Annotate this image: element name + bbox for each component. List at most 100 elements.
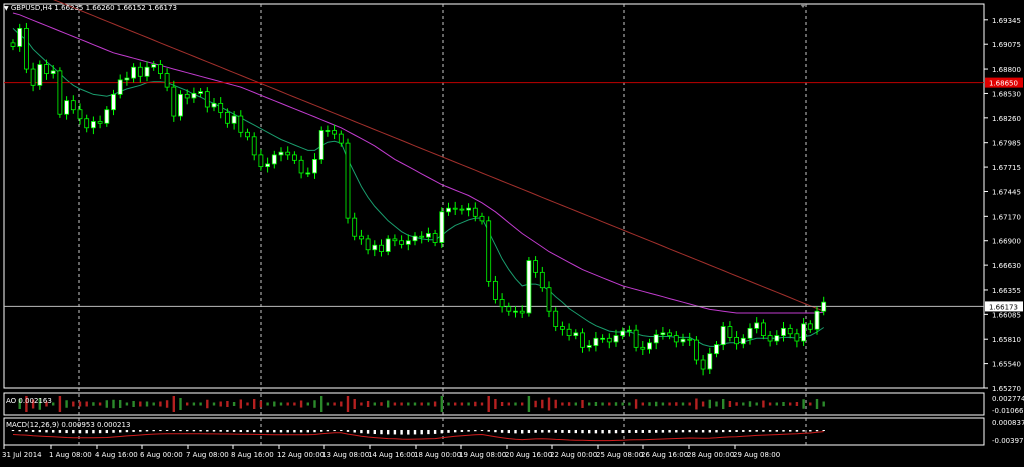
candle-body[interactable] — [245, 131, 250, 138]
candle-body[interactable] — [91, 121, 96, 129]
candle-body[interactable] — [405, 240, 411, 245]
candle-body[interactable] — [144, 66, 150, 77]
candle-body[interactable] — [365, 238, 371, 251]
candle-body[interactable] — [50, 70, 56, 74]
candle-body[interactable] — [412, 235, 418, 242]
candle-body[interactable] — [774, 335, 780, 342]
candle-body[interactable] — [633, 329, 639, 348]
candle-body[interactable] — [23, 27, 29, 70]
candle-body[interactable] — [694, 339, 699, 361]
candle-body[interactable] — [171, 86, 177, 117]
candle-body[interactable] — [673, 335, 679, 343]
candle-body[interactable] — [70, 100, 76, 111]
candle-body[interactable] — [727, 326, 733, 338]
candle-body[interactable] — [432, 233, 438, 243]
candle-body[interactable] — [600, 337, 605, 340]
candle-body[interactable] — [506, 306, 512, 312]
candle-body[interactable] — [539, 271, 545, 289]
candle-body[interactable] — [157, 64, 163, 74]
candle-body[interactable] — [211, 102, 217, 108]
candle-body[interactable] — [499, 299, 505, 308]
candle-body[interactable] — [164, 73, 170, 88]
candle-body[interactable] — [781, 327, 786, 336]
candle-body[interactable] — [647, 342, 652, 350]
candle-body[interactable] — [265, 163, 271, 168]
candle-body[interactable] — [285, 151, 291, 156]
candle-body[interactable] — [620, 330, 626, 336]
candle-body[interactable] — [151, 64, 157, 68]
candle-body[interactable] — [298, 159, 304, 174]
candle-body[interactable] — [653, 334, 659, 344]
candle-body[interactable] — [660, 332, 666, 336]
candle-body[interactable] — [224, 112, 230, 124]
candle-body[interactable] — [131, 66, 137, 79]
candle-body[interactable] — [553, 310, 559, 327]
candle-body[interactable] — [754, 322, 760, 329]
candle-body[interactable] — [385, 238, 391, 252]
candle-body[interactable] — [338, 133, 344, 144]
candle-body[interactable] — [446, 207, 451, 213]
candle-body[interactable] — [30, 68, 36, 86]
candle-body[interactable] — [814, 310, 820, 330]
candle-body[interactable] — [606, 337, 612, 343]
candle-body[interactable] — [807, 323, 813, 330]
candle-body[interactable] — [740, 337, 746, 345]
candle-body[interactable] — [761, 322, 766, 336]
candle-body[interactable] — [593, 337, 599, 346]
candle-body[interactable] — [399, 240, 405, 245]
candle-body[interactable] — [586, 345, 592, 348]
candle-body[interactable] — [57, 70, 63, 115]
candle-body[interactable] — [472, 207, 478, 217]
candle-body[interactable] — [10, 42, 16, 47]
candle-body[interactable] — [37, 64, 43, 86]
candle-body[interactable] — [492, 280, 498, 300]
candle-body[interactable] — [479, 215, 485, 222]
candle-body[interactable] — [452, 207, 458, 210]
candle-body[interactable] — [184, 93, 190, 99]
candle-body[interactable] — [767, 335, 773, 342]
candle-body[interactable] — [77, 109, 83, 120]
candle-body[interactable] — [204, 91, 210, 108]
candle-body[interactable] — [392, 238, 398, 242]
candle-body[interactable] — [580, 332, 585, 348]
candle-body[interactable] — [111, 93, 116, 111]
candle-body[interactable] — [560, 326, 565, 330]
candle-body[interactable] — [325, 130, 331, 132]
candle-body[interactable] — [573, 332, 579, 336]
candle-body[interactable] — [425, 233, 431, 238]
candle-body[interactable] — [821, 301, 827, 312]
candle-body[interactable] — [640, 346, 646, 350]
candle-body[interactable] — [231, 115, 237, 124]
candle-body[interactable] — [734, 337, 739, 345]
candle-body[interactable] — [613, 335, 619, 343]
candle-body[interactable] — [714, 344, 719, 355]
candle-body[interactable] — [372, 244, 378, 251]
candle-body[interactable] — [513, 310, 518, 313]
candle-body[interactable] — [84, 118, 90, 129]
candle-body[interactable] — [533, 260, 538, 273]
candle-body[interactable] — [352, 217, 358, 237]
candle-body[interactable] — [787, 327, 793, 335]
candle-body[interactable] — [358, 235, 364, 240]
chart-menu-arrow-icon[interactable]: ▼ — [4, 5, 9, 12]
candle-body[interactable] — [546, 287, 552, 312]
candle-body[interactable] — [258, 154, 264, 168]
candle-body[interactable] — [794, 333, 800, 342]
candle-body[interactable] — [345, 142, 351, 219]
candle-body[interactable] — [700, 359, 706, 370]
candle-body[interactable] — [332, 130, 338, 135]
candle-body[interactable] — [291, 154, 297, 161]
candle-body[interactable] — [218, 102, 224, 113]
candle-body[interactable] — [747, 327, 753, 339]
candle-body[interactable] — [191, 93, 197, 99]
candle-body[interactable] — [64, 100, 69, 115]
candle-body[interactable] — [104, 109, 110, 124]
candle-body[interactable] — [801, 323, 806, 342]
price-chart[interactable]: 1.68650 1.66173 1.69345 1.69075 1.68800 1.68… — [0, 0, 1024, 463]
candle-body[interactable] — [117, 79, 123, 95]
candle-body[interactable] — [137, 66, 143, 77]
candle-body[interactable] — [667, 332, 672, 336]
candle-body[interactable] — [687, 338, 693, 341]
candle-body[interactable] — [486, 220, 492, 282]
candle-body[interactable] — [720, 326, 726, 346]
